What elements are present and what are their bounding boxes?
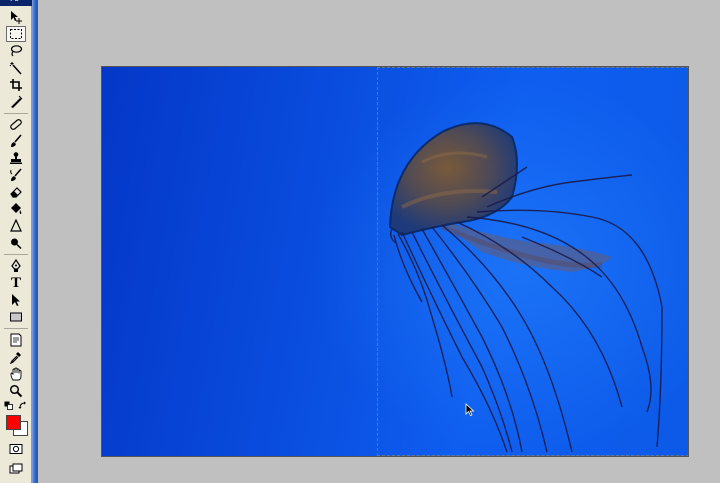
bandage-icon (10, 119, 22, 130)
path-selection-tool[interactable] (6, 292, 26, 308)
default-colors-icon (4, 401, 13, 410)
move-tool[interactable] (6, 9, 26, 25)
lasso-tool[interactable] (6, 43, 26, 59)
marquee-selection[interactable] (377, 67, 688, 456)
pen-icon (11, 259, 21, 272)
quick-mask-button[interactable] (6, 441, 26, 457)
clone-stamp-tool[interactable] (6, 150, 26, 166)
eraser-icon (10, 187, 22, 198)
paint-bucket-tool[interactable] (6, 201, 26, 217)
hand-tool[interactable] (6, 366, 26, 382)
crop-icon (10, 79, 22, 91)
document-canvas[interactable] (101, 66, 689, 457)
hand-icon (10, 367, 22, 381)
tools-panel-title: Ps (10, 0, 19, 3)
lasso-icon (10, 45, 23, 57)
pen-tool[interactable] (6, 258, 26, 274)
type-icon: T (10, 275, 21, 291)
brush-tool[interactable] (6, 133, 26, 149)
tools-separator (4, 113, 28, 114)
foreground-color-swatch[interactable] (6, 415, 21, 430)
eraser-tool[interactable] (6, 184, 26, 200)
swap-arrows-icon (18, 401, 26, 409)
marquee-tool[interactable] (6, 26, 26, 42)
magic-wand-icon (9, 62, 22, 75)
zoom-tool[interactable] (6, 383, 26, 399)
rectangle-shape-icon (10, 312, 22, 322)
notes-icon (10, 333, 22, 347)
slice-icon (11, 95, 23, 108)
eyedropper-tool[interactable] (6, 349, 26, 365)
notes-tool[interactable] (6, 332, 26, 348)
screen-mode-button[interactable] (6, 461, 26, 477)
blur-tool[interactable] (6, 218, 26, 234)
zoom-icon (9, 384, 23, 398)
tools-panel-title-bar[interactable]: Ps (0, 0, 32, 6)
panel-scroll-rail (32, 0, 38, 483)
eyedropper-icon (9, 352, 21, 364)
shape-tool[interactable] (6, 309, 26, 325)
tools-separator (4, 254, 28, 255)
default-colors-button[interactable] (4, 401, 14, 411)
bucket-icon (11, 203, 22, 214)
brush-icon (11, 134, 22, 147)
crop-tool[interactable] (6, 77, 26, 93)
history-brush-tool[interactable] (6, 167, 26, 183)
magic-wand-tool[interactable] (6, 60, 26, 76)
rect-marquee-icon (10, 29, 22, 39)
slice-tool[interactable] (6, 94, 26, 110)
move-icon (11, 11, 22, 24)
quick-mask-icon (9, 444, 23, 454)
mouse-cursor-icon (465, 403, 475, 417)
tools-panel: Ps (0, 0, 32, 483)
screen-mode-icon (9, 463, 23, 474)
blur-icon (10, 219, 22, 232)
tools-separator (4, 328, 28, 329)
stamp-icon (10, 152, 22, 164)
healing-brush-tool[interactable] (6, 116, 26, 132)
swap-colors-button[interactable] (18, 401, 28, 411)
arrow-icon (12, 294, 20, 306)
dodge-icon (11, 238, 22, 250)
type-tool[interactable]: T (6, 275, 26, 291)
dodge-tool[interactable] (6, 235, 26, 251)
history-brush-icon (10, 168, 22, 181)
